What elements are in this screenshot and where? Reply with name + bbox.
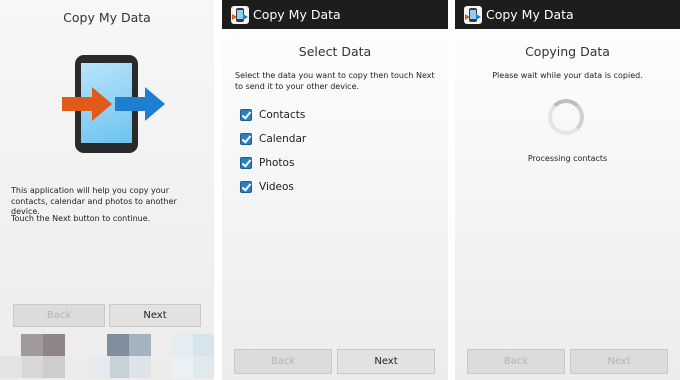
blurred-region <box>21 334 43 356</box>
back-button[interactable]: Back <box>13 304 105 327</box>
blurred-region <box>88 356 110 378</box>
action-bar-title: Copy My Data <box>253 7 341 22</box>
action-bar-title: Copy My Data <box>486 7 574 22</box>
videos-checkbox[interactable] <box>240 181 252 193</box>
next-button[interactable]: Next <box>570 349 668 374</box>
blurred-region <box>43 334 65 356</box>
screen-copying-data: Copy My Data Copying Data Please wait wh… <box>455 0 680 380</box>
loading-spinner-icon <box>548 99 584 135</box>
blurred-region <box>171 334 193 356</box>
status-text: Processing contacts <box>527 154 608 163</box>
intro-text: This application will help you copy your… <box>11 186 177 216</box>
page-heading: Select Data <box>298 44 372 59</box>
blurred-region <box>129 334 151 356</box>
videos-label: Videos <box>259 181 294 193</box>
transfer-arrow-blue-icon <box>115 87 165 121</box>
wait-message: Please wait while your data is copied. <box>492 71 643 80</box>
app-logo-icon <box>464 5 482 24</box>
transfer-arrow-orange-icon <box>62 87 112 121</box>
action-bar: Copy My Data <box>455 0 680 29</box>
instruction-text: Select the data you want to copy then to… <box>235 71 435 91</box>
photos-label: Photos <box>259 157 295 169</box>
blurred-region <box>21 356 43 378</box>
screen-select-data: Copy My Data Select Data Select the data… <box>222 0 448 380</box>
contacts-checkbox[interactable] <box>240 109 252 121</box>
back-button[interactable]: Back <box>234 349 332 374</box>
next-button[interactable]: Next <box>337 349 435 374</box>
blurred-region <box>193 334 214 356</box>
blurred-region <box>171 356 193 378</box>
contacts-label: Contacts <box>259 109 306 121</box>
blurred-region <box>129 356 151 378</box>
blurred-region <box>43 356 65 378</box>
blurred-region <box>107 334 129 356</box>
blurred-region <box>107 356 129 378</box>
next-button[interactable]: Next <box>109 304 201 327</box>
app-logo-icon <box>231 5 249 24</box>
calendar-label: Calendar <box>259 133 307 145</box>
instruction-text: Touch the Next button to continue. <box>11 214 151 223</box>
back-button[interactable]: Back <box>467 349 565 374</box>
calendar-checkbox[interactable] <box>240 133 252 145</box>
photos-checkbox[interactable] <box>240 157 252 169</box>
app-title: Copy My Data <box>63 10 151 25</box>
blurred-region <box>0 356 22 378</box>
screen-welcome: Copy My Data This application will help … <box>0 0 214 380</box>
blurred-region <box>193 356 214 378</box>
action-bar: Copy My Data <box>222 0 448 29</box>
page-heading: Copying Data <box>525 44 610 59</box>
